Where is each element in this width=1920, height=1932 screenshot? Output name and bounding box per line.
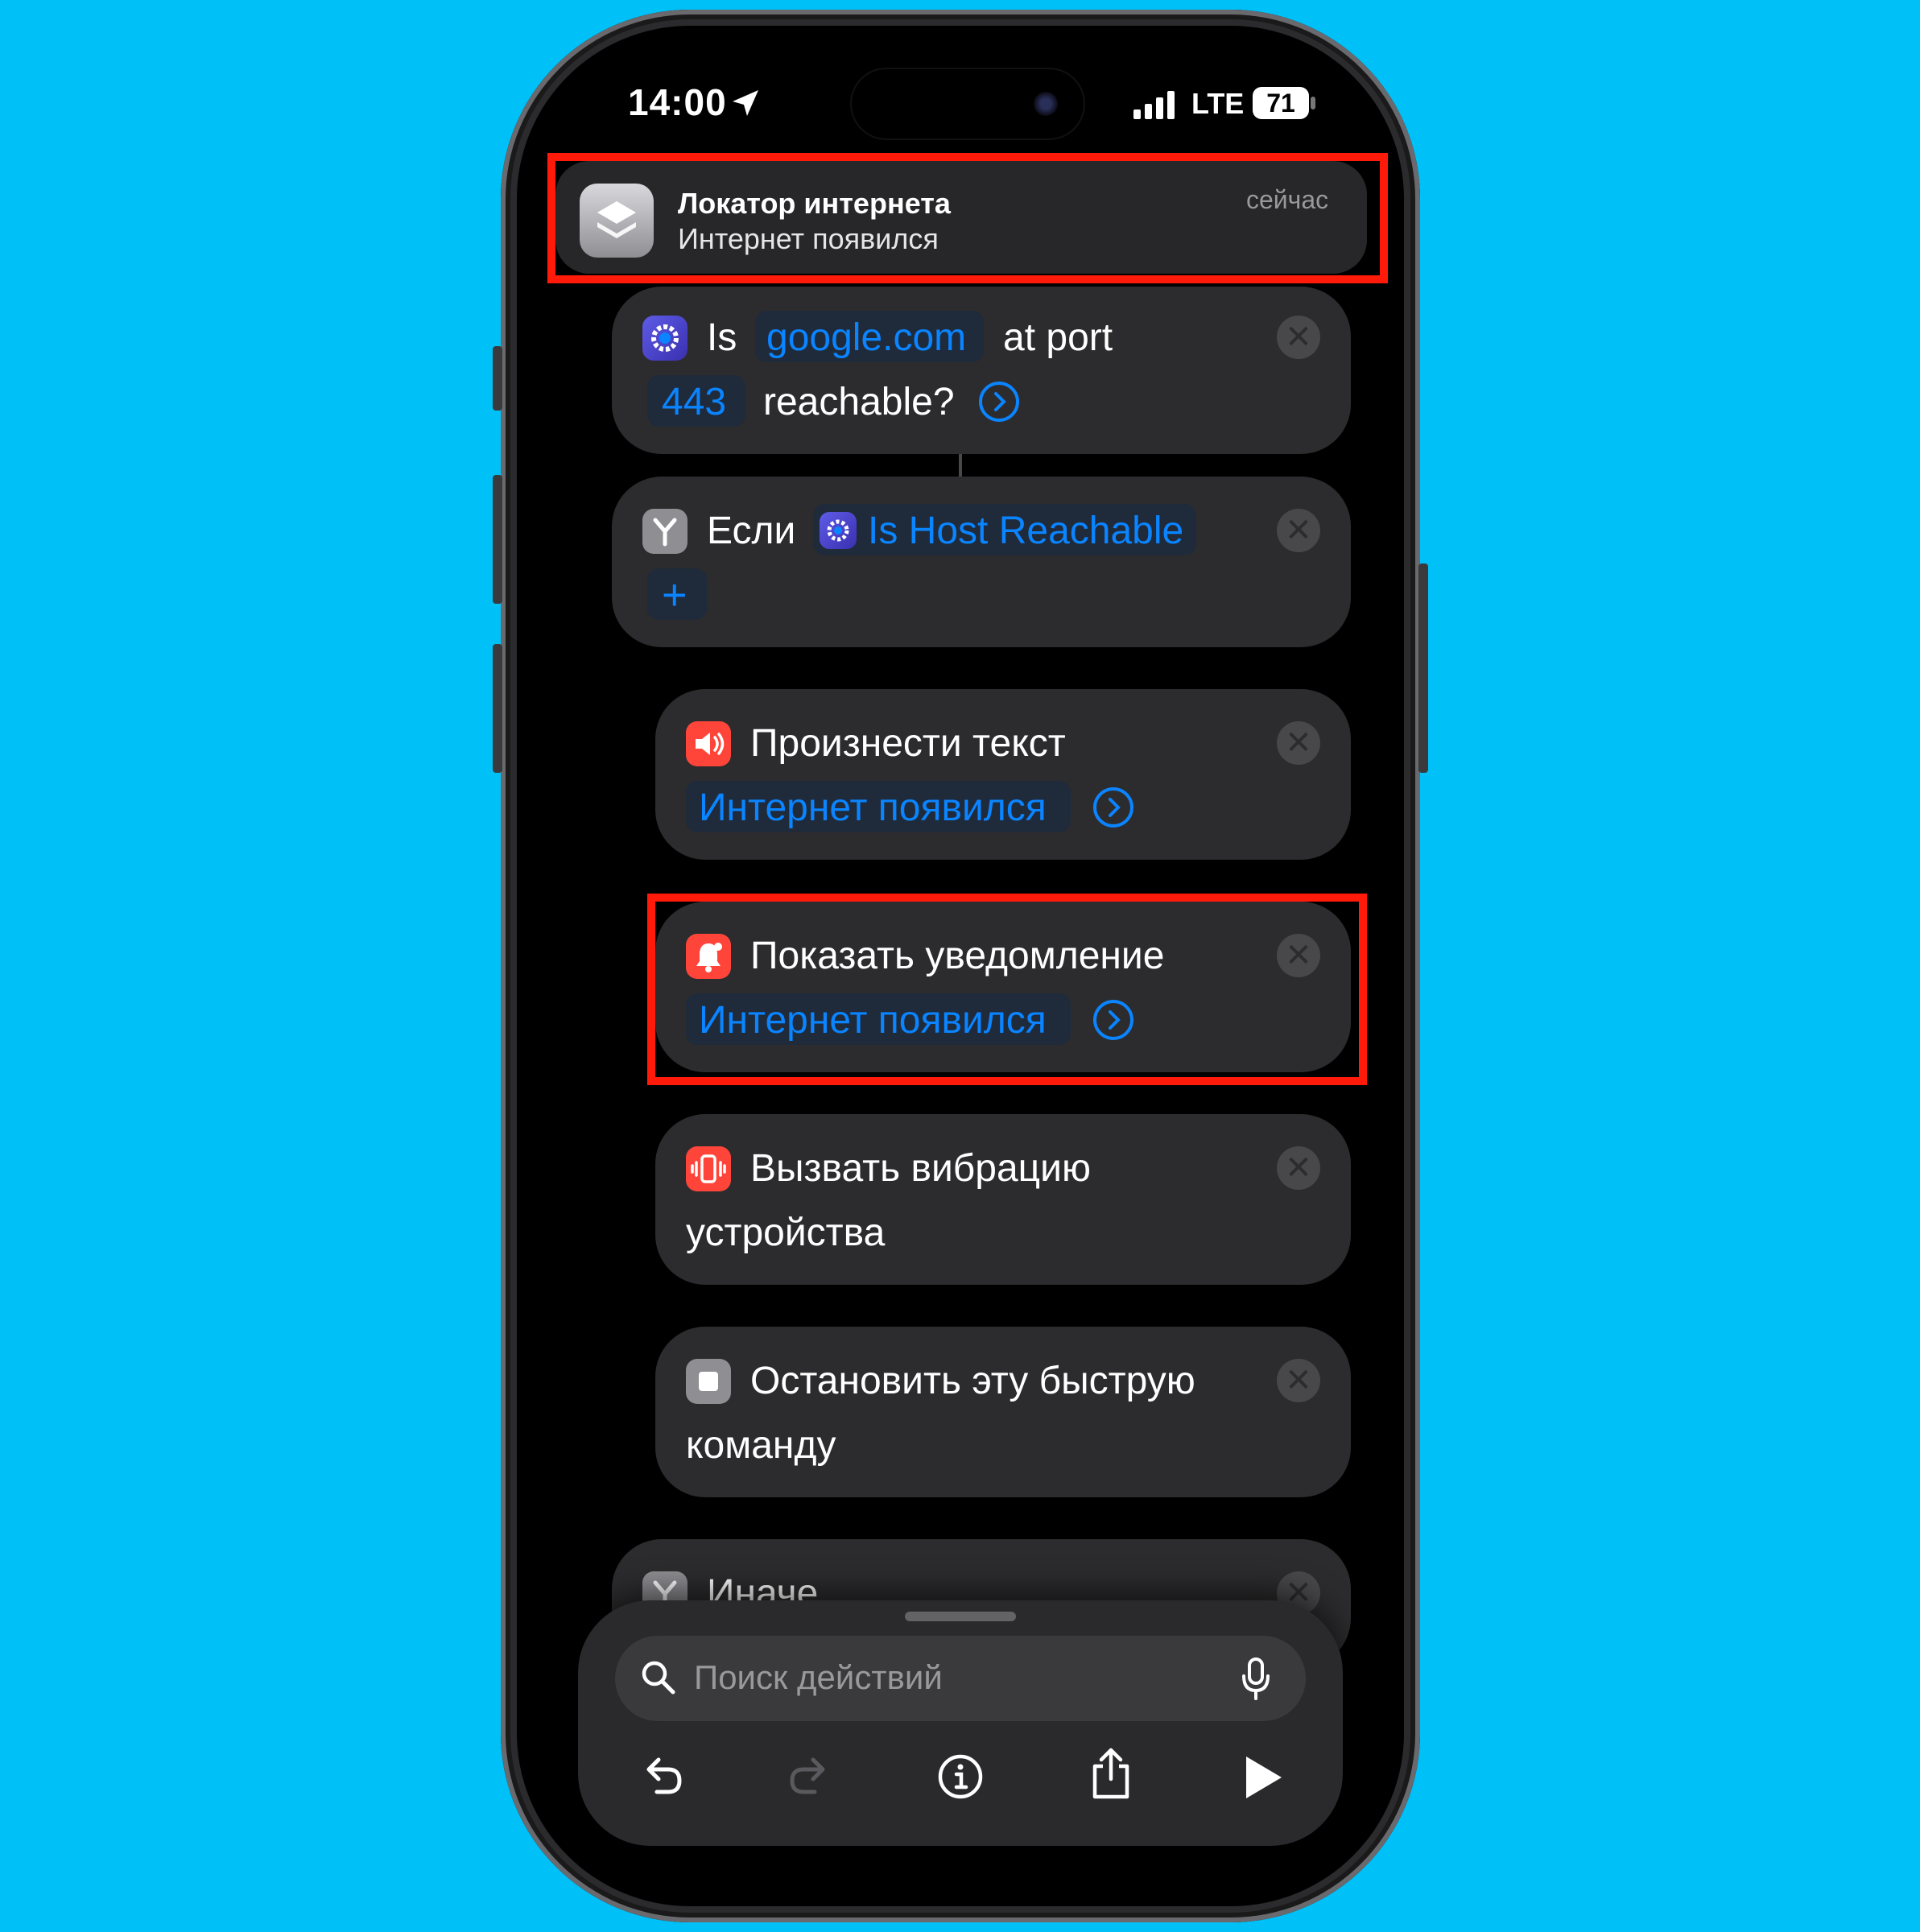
speaker-icon [686,721,731,766]
action-card-speak-text[interactable] [655,689,1351,860]
branch-icon [642,509,687,554]
connector-line [959,454,962,477]
remove-action-close-icon[interactable]: ✕ [1277,721,1320,765]
host-value: google.com [766,316,967,359]
power-button [1418,564,1428,773]
stop-icon [686,1359,731,1404]
text-reachable: reachable? [763,381,955,423]
text-is: Is [707,316,737,359]
remove-action-close-icon[interactable]: ✕ [1277,1359,1320,1402]
stop-title-line1: Остановить эту быструю [750,1360,1195,1402]
share-icon[interactable] [1087,1745,1135,1802]
microphone-icon[interactable] [1240,1657,1272,1700]
remove-action-close-icon[interactable]: ✕ [1277,1146,1320,1190]
stop-title-line2: команду [686,1424,836,1467]
info-icon[interactable] [935,1752,985,1802]
signal-bars-icon [1133,91,1175,119]
undo-icon[interactable] [638,1752,686,1800]
if-label: Если [707,510,796,552]
action-card-stop-shortcut[interactable] [655,1327,1351,1497]
network-type: LTE [1191,87,1245,120]
action-button [493,346,502,411]
vibrate-title-line2: устройства [686,1212,886,1254]
expand-chevron-icon[interactable] [979,382,1019,422]
text-at-port: at port [1003,316,1113,359]
search-icon [642,1661,675,1695]
battery-indicator: 71 [1253,87,1309,119]
highlight-frame-notification [547,153,1388,283]
play-icon[interactable] [1240,1753,1285,1802]
action-card-if[interactable] [612,477,1351,647]
location-arrow-icon [733,90,758,116]
speak-text-value: Интернет появился [699,786,1047,829]
action-card-host-reachable[interactable] [612,287,1351,454]
front-camera [1034,92,1058,116]
vibrate-title-line1: Вызвать вибрацию [750,1147,1091,1190]
redo-icon[interactable] [786,1752,834,1800]
battery-level: 71 [1266,89,1295,118]
action-card-vibrate[interactable] [655,1114,1351,1285]
gear-icon [820,512,857,549]
status-time: 14:00 [628,81,727,123]
gear-icon [642,316,687,361]
battery-cap [1311,97,1315,109]
sheet-grabber[interactable] [905,1612,1016,1621]
speak-title: Произнести текст [750,722,1066,765]
vibration-icon [686,1146,731,1191]
highlight-frame-show-notification [647,894,1367,1085]
condition-variable: Is Host Reachable [868,510,1184,552]
expand-chevron-icon[interactable] [1093,787,1133,828]
search-input[interactable]: Поиск действий [694,1658,943,1697]
plus-icon: + [662,571,687,619]
volume-down-button [493,644,502,773]
remove-action-close-icon[interactable]: ✕ [1277,509,1320,552]
volume-up-button [493,475,502,604]
remove-action-close-icon[interactable]: ✕ [1277,316,1320,359]
port-value: 443 [662,381,727,423]
